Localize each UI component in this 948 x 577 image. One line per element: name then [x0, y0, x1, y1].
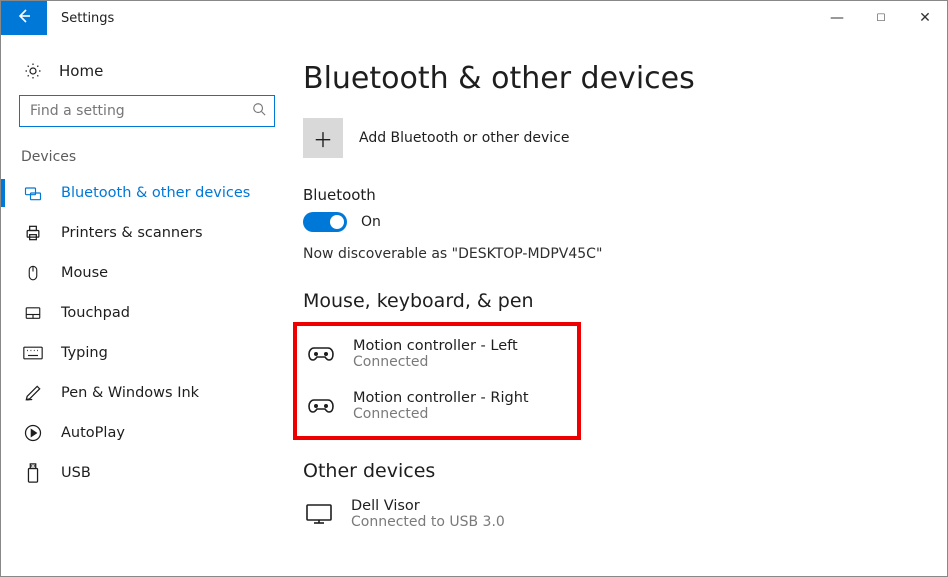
- group-heading-mouse-keyboard-pen: Mouse, keyboard, & pen: [303, 290, 927, 312]
- monitor-icon: [303, 503, 335, 525]
- gear-icon: [23, 61, 43, 81]
- sidebar-item-printers[interactable]: Printers & scanners: [1, 213, 297, 253]
- bluetooth-label: Bluetooth: [303, 186, 927, 204]
- sidebar-item-label: USB: [61, 465, 91, 481]
- close-icon: ✕: [919, 10, 931, 26]
- window-title: Settings: [61, 11, 114, 26]
- mouse-icon: [23, 263, 43, 283]
- usb-icon: [23, 463, 43, 483]
- sidebar-item-label: Pen & Windows Ink: [61, 385, 199, 401]
- minimize-icon: —: [830, 10, 844, 26]
- device-status: Connected to USB 3.0: [351, 514, 505, 530]
- sidebar-item-label: Typing: [61, 345, 108, 361]
- printer-icon: [23, 223, 43, 243]
- controller-icon: [305, 343, 337, 365]
- home-label: Home: [59, 62, 103, 80]
- bluetooth-toggle-state: On: [361, 214, 381, 230]
- sidebar: Home Devices Bluetooth & other devices: [1, 35, 297, 576]
- add-device-label: Add Bluetooth or other device: [359, 130, 569, 146]
- back-button[interactable]: [1, 1, 47, 35]
- search-input[interactable]: [28, 102, 252, 120]
- add-device-button[interactable]: ＋ Add Bluetooth or other device: [303, 118, 927, 158]
- device-item[interactable]: Motion controller - Right Connected: [305, 384, 569, 428]
- titlebar: Settings — ☐ ✕: [1, 1, 947, 35]
- device-status: Connected: [353, 406, 529, 422]
- home-button[interactable]: Home: [1, 55, 297, 95]
- close-button[interactable]: ✕: [903, 1, 947, 35]
- maximize-button[interactable]: ☐: [859, 1, 903, 35]
- settings-window: Settings — ☐ ✕ Home: [0, 0, 948, 577]
- sidebar-item-pen[interactable]: Pen & Windows Ink: [1, 373, 297, 413]
- main-content: Bluetooth & other devices ＋ Add Bluetoot…: [297, 35, 947, 576]
- bluetooth-toggle[interactable]: [303, 212, 347, 232]
- window-controls: — ☐ ✕: [815, 1, 947, 35]
- sidebar-item-label: Mouse: [61, 265, 108, 281]
- device-status: Connected: [353, 354, 518, 370]
- device-name: Motion controller - Right: [353, 390, 529, 406]
- page-title: Bluetooth & other devices: [303, 61, 927, 96]
- keyboard-icon: [23, 343, 43, 363]
- sidebar-item-autoplay[interactable]: AutoPlay: [1, 413, 297, 453]
- discoverable-text: Now discoverable as "DESKTOP-MDPV45C": [303, 246, 927, 262]
- minimize-button[interactable]: —: [815, 1, 859, 35]
- autoplay-icon: [23, 423, 43, 443]
- bluetooth-devices-icon: [23, 183, 43, 203]
- sidebar-item-usb[interactable]: USB: [1, 453, 297, 493]
- sidebar-item-typing[interactable]: Typing: [1, 333, 297, 373]
- sidebar-item-label: Bluetooth & other devices: [61, 185, 250, 201]
- device-name: Motion controller - Left: [353, 338, 518, 354]
- sidebar-item-label: Touchpad: [61, 305, 130, 321]
- plus-icon: ＋: [303, 118, 343, 158]
- sidebar-item-bluetooth[interactable]: Bluetooth & other devices: [1, 173, 297, 213]
- device-item[interactable]: Motion controller - Left Connected: [305, 332, 569, 376]
- sidebar-item-label: AutoPlay: [61, 425, 125, 441]
- touchpad-icon: [23, 303, 43, 323]
- sidebar-item-touchpad[interactable]: Touchpad: [1, 293, 297, 333]
- pen-icon: [23, 383, 43, 403]
- sidebar-item-label: Printers & scanners: [61, 225, 203, 241]
- device-item[interactable]: Dell Visor Connected to USB 3.0: [303, 492, 927, 536]
- sidebar-section-label: Devices: [1, 149, 297, 173]
- search-container: [19, 95, 275, 127]
- sidebar-item-mouse[interactable]: Mouse: [1, 253, 297, 293]
- device-name: Dell Visor: [351, 498, 505, 514]
- sidebar-nav: Bluetooth & other devices Printers & sca…: [1, 173, 297, 493]
- controller-icon: [305, 395, 337, 417]
- group-heading-other-devices: Other devices: [303, 460, 927, 482]
- highlight-box: Motion controller - Left Connected Motio…: [293, 322, 581, 440]
- search-icon: [252, 102, 266, 120]
- maximize-icon: ☐: [877, 13, 886, 24]
- body: Home Devices Bluetooth & other devices: [1, 35, 947, 576]
- back-arrow-icon: [16, 8, 32, 28]
